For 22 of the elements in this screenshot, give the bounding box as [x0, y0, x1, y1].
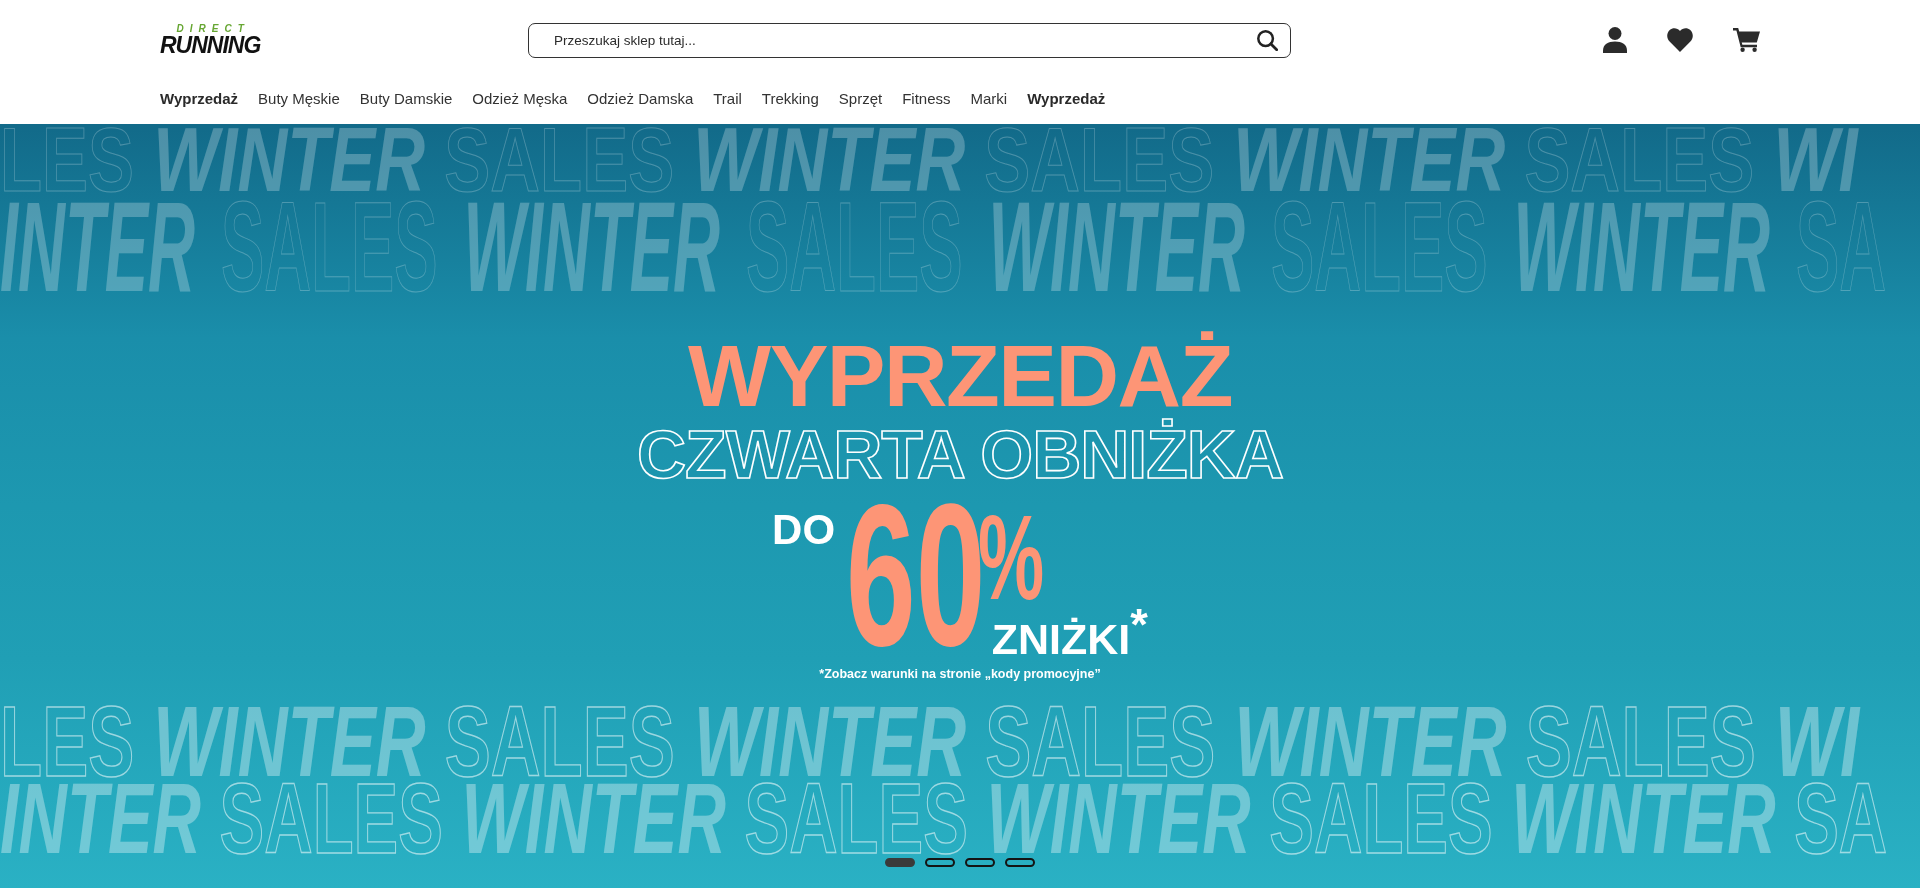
nav-link[interactable]: Buty Damskie — [359, 89, 453, 107]
background-pattern-text: LES WINTER SALES WINTER SALES WINTER SALES WI — [0, 702, 1860, 779]
search-field[interactable]: Przeszukaj sklep tutaj... — [528, 22, 1291, 58]
nav-link[interactable]: Odzież Męska — [472, 89, 568, 107]
nav-link[interactable]: Trail — [713, 89, 742, 107]
nav-link[interactable]: Marki — [970, 89, 1008, 107]
user-icon[interactable] — [1603, 27, 1627, 53]
background-pattern-text: INTER SALES WINTER SALES WINTER SALES WINTER SA — [0, 780, 1888, 855]
nav-link[interactable]: Odzież Damska — [587, 89, 694, 107]
nav-link[interactable]: Buty Męskie — [258, 89, 340, 107]
sale-subheadline: CZWARTA OBNIŻKA — [637, 419, 1283, 488]
search-icon[interactable] — [1257, 29, 1278, 51]
logo[interactable]: DIRECT RUNNING — [160, 24, 261, 56]
nav-link[interactable]: Wyprzedaż — [1027, 89, 1106, 107]
nav-link[interactable]: Sprzęt — [838, 89, 883, 107]
cart-icon[interactable] — [1733, 28, 1760, 52]
footnote-text: *Zobacz warunki na stronie „kody promocyjne” — [819, 668, 1101, 681]
nav-link[interactable]: Trekking — [761, 89, 819, 107]
heart-icon[interactable] — [1667, 28, 1693, 52]
nav-link[interactable]: Wyprzedaż — [160, 89, 239, 107]
nav-link[interactable]: Fitness — [902, 89, 951, 107]
discount-prefix: DO — [772, 513, 836, 546]
